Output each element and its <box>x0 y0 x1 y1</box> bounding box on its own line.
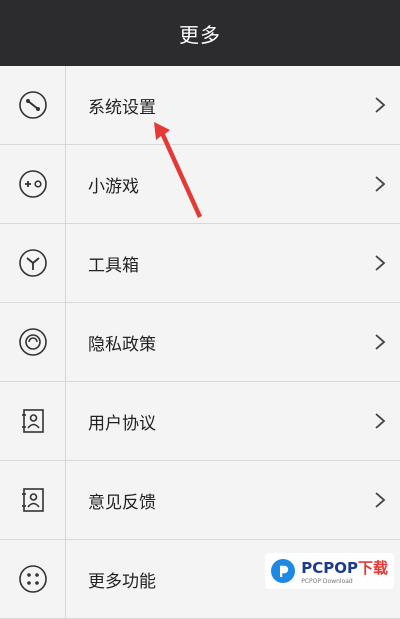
chevron-right-icon <box>375 255 386 271</box>
menu-item-toolbox[interactable]: 工具箱 <box>0 224 400 303</box>
chevron-right-icon <box>375 492 386 508</box>
menu-item-feedback[interactable]: 意见反馈 <box>0 461 400 540</box>
menu-item-system-settings[interactable]: 系统设置 <box>0 66 400 145</box>
chevron-right-icon <box>375 413 386 429</box>
menu-item-label: 工具箱 <box>88 255 139 276</box>
watermark: PCPOP下载 PCPOP Download <box>265 553 394 589</box>
user-card-icon <box>21 409 44 433</box>
tool-y-icon <box>18 249 47 277</box>
menu-item-label: 小游戏 <box>88 176 139 197</box>
gamepad-icon <box>18 170 47 198</box>
chevron-right-icon <box>375 176 386 192</box>
more-dots-icon <box>18 565 47 593</box>
menu-item-label: 隐私政策 <box>88 334 156 355</box>
menu-item-user-agreement[interactable]: 用户协议 <box>0 382 400 461</box>
chevron-right-icon <box>375 334 386 350</box>
menu-item-label: 意见反馈 <box>88 492 156 513</box>
privacy-eye-icon <box>18 328 47 356</box>
watermark-sub: PCPOP Download <box>301 578 353 585</box>
menu-item-label: 用户协议 <box>88 413 156 434</box>
watermark-brand: PCPOP <box>301 559 358 577</box>
watermark-suffix: 下载 <box>357 559 388 577</box>
menu-item-mini-games[interactable]: 小游戏 <box>0 145 400 224</box>
menu-item-label: 系统设置 <box>88 97 156 118</box>
pcpop-logo-icon <box>271 559 296 583</box>
feedback-card-icon <box>21 488 44 512</box>
page-header: 更多 <box>0 0 400 66</box>
page-title: 更多 <box>179 22 221 47</box>
menu-list: 系统设置 小游戏 工具箱 隐私政策 用户协议 意见反馈 更多功能 <box>0 66 400 619</box>
menu-item-privacy-policy[interactable]: 隐私政策 <box>0 303 400 382</box>
wrench-icon <box>18 91 47 119</box>
chevron-right-icon <box>375 97 386 113</box>
